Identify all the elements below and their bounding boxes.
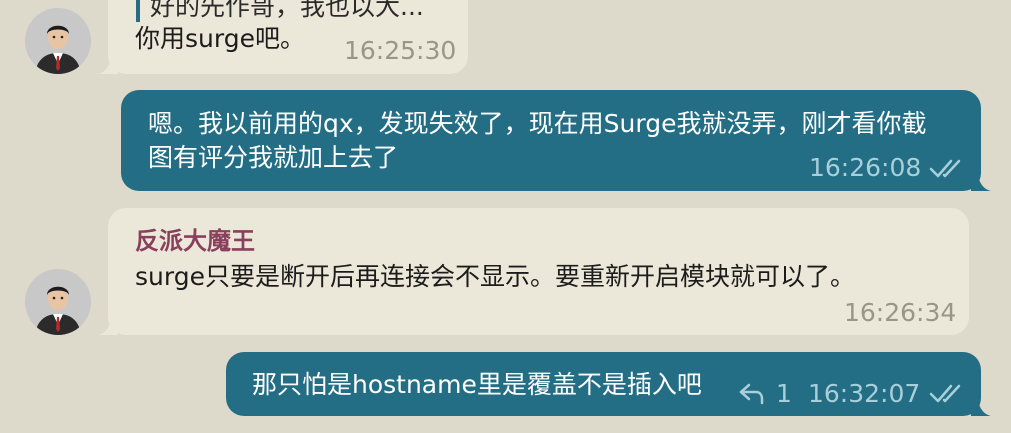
bubble-tail [98, 315, 118, 335]
chat-message-list[interactable]: 好的先作哥，我也以大... 你用surge吧。 16:25:30 嗯。我以前用的… [0, 0, 1011, 433]
message-bubble-incoming[interactable]: 反派大魔王 surge只要是断开后再连接会不显示。要重新开启模块就可以了。 16… [98, 208, 969, 335]
message-time: 16:25:30 [344, 36, 457, 65]
user-avatar[interactable] [25, 269, 91, 335]
message-bubble-incoming[interactable]: 好的先作哥，我也以大... 你用surge吧。 16:25:30 [98, 0, 468, 74]
reply-quote-bar [136, 0, 140, 22]
sender-name[interactable]: 反派大魔王 [135, 226, 255, 256]
user-avatar[interactable] [25, 8, 91, 74]
message-time: 16:26:34 [844, 298, 957, 327]
message-text-line: 嗯。我以前用的qx，发现失效了，现在用Surge我就没弄，刚才看你截 [148, 109, 927, 138]
reply-icon[interactable] [738, 381, 766, 405]
bubble-tail [971, 171, 991, 191]
message-text-line: 图有评分我就加上去了 [148, 143, 399, 172]
bubble-tail [971, 396, 991, 416]
message-time: 16:32:07 [808, 379, 921, 408]
message-time: 16:26:08 [809, 153, 922, 182]
message-text: surge只要是断开后再连接会不显示。要重新开启模块就可以了。 [135, 262, 855, 291]
double-check-icon [929, 384, 961, 403]
message-text: 你用surge吧。 [135, 24, 305, 53]
reply-count[interactable]: 1 [776, 379, 792, 409]
double-check-icon [929, 159, 961, 178]
message-bubble-outgoing[interactable]: 嗯。我以前用的qx，发现失效了，现在用Surge我就没弄，刚才看你截 图有评分我… [121, 90, 991, 191]
message-bubble-outgoing[interactable]: 那只怕是hostname里是覆盖不是插入吧 1 16:32:07 [226, 352, 991, 416]
reply-quote-text[interactable]: 好的先作哥，我也以大... [150, 0, 424, 22]
bubble-tail [98, 54, 118, 74]
message-text: 那只怕是hostname里是覆盖不是插入吧 [252, 370, 702, 399]
